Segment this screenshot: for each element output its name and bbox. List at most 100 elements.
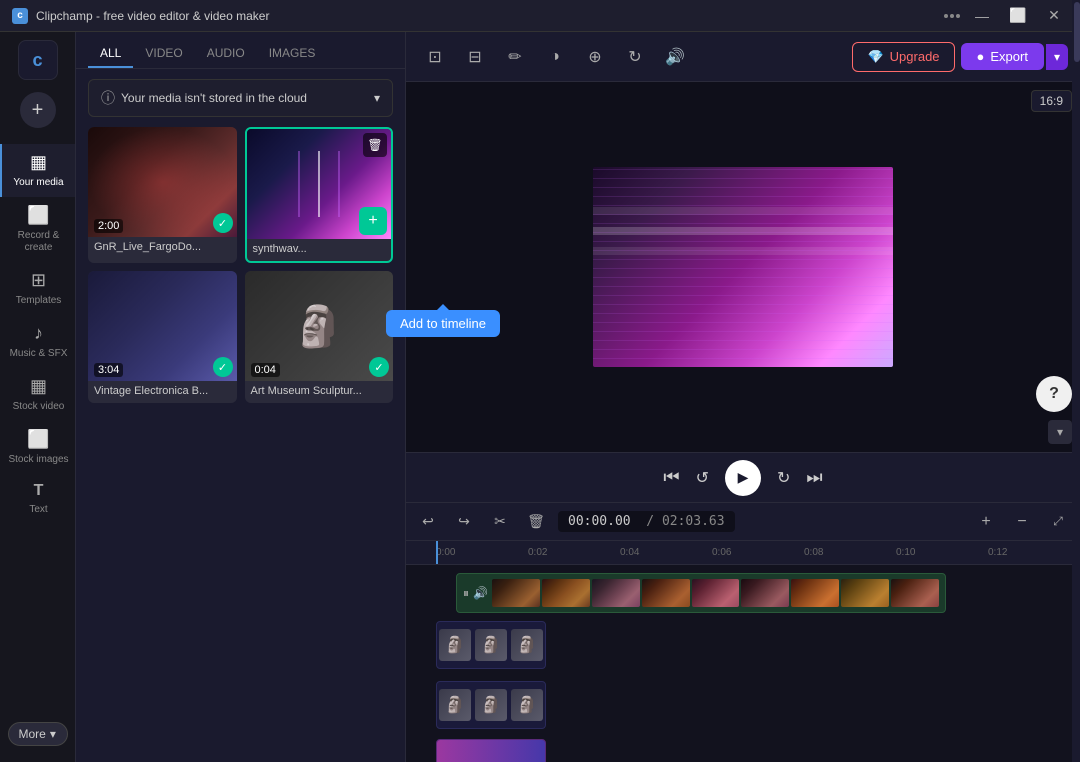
synth-label: synthwav...: [247, 239, 392, 261]
tab-all[interactable]: ALL: [88, 40, 133, 68]
tab-video[interactable]: VIDEO: [133, 40, 194, 68]
sculpture-clip-1[interactable]: 🗿 🗿 🗿: [436, 621, 546, 669]
ruler-mark-0: 0:00: [436, 547, 528, 558]
redo-button[interactable]: ↪: [450, 508, 478, 536]
aspect-ratio-badge: 16:9: [1031, 90, 1072, 112]
playhead[interactable]: [436, 541, 438, 564]
cloud-bar-chevron-icon: ▾: [374, 91, 380, 105]
add-to-timeline-tooltip: Add to timeline: [386, 310, 500, 337]
trim-tool-button[interactable]: ⊟: [458, 40, 492, 74]
media-card-gnr[interactable]: 2:00 ✓ GnR_Live_FargoDo...: [88, 127, 237, 263]
video-track-clip[interactable]: ⏸ 🔊: [456, 573, 946, 613]
sidebar-item-your-media[interactable]: ▦ Your media: [0, 144, 75, 197]
timeline-content: 0:00 0:02 0:04 0:06 0:08 0:10 0:12: [406, 541, 1080, 762]
upgrade-button[interactable]: 💎 Upgrade: [852, 42, 954, 72]
collapse-button[interactable]: ▾: [1048, 420, 1072, 444]
templates-icon: ⊞: [31, 270, 46, 291]
help-button[interactable]: ?: [1036, 376, 1072, 412]
stock-images-icon: ⬜: [27, 429, 49, 450]
minimize-button[interactable]: —: [968, 2, 996, 30]
cloud-storage-bar[interactable]: ⓘ Your media isn't stored in the cloud ▾: [88, 79, 393, 117]
sidebar-item-stock-images[interactable]: ⬜ Stock images: [0, 421, 75, 474]
delete-button[interactable]: 🗑: [522, 508, 550, 536]
cut-button[interactable]: ✂: [486, 508, 514, 536]
timeline-ruler: 0:00 0:02 0:04 0:06 0:08 0:10 0:12: [406, 541, 1080, 565]
synth-trash-icon[interactable]: 🗑: [363, 133, 387, 157]
crop-tool-button[interactable]: ⊡: [418, 40, 452, 74]
gem-icon: 💎: [867, 49, 883, 65]
media-panel: ALL VIDEO AUDIO IMAGES ⓘ Your media isn'…: [76, 32, 406, 762]
titlebar-dots[interactable]: [944, 14, 960, 18]
sculpture-thumb-1c: 🗿: [511, 629, 543, 661]
more-button[interactable]: More ▾: [8, 722, 68, 746]
add-media-button[interactable]: +: [20, 92, 56, 128]
maximize-button[interactable]: ⬜: [1004, 2, 1032, 30]
media-thumb-vintage: 3:04 ✓: [88, 271, 237, 381]
timeline-body: 0:00 0:02 0:04 0:06 0:08 0:10 0:12: [406, 541, 1080, 762]
ruler-mark-1: 0:02: [528, 547, 620, 558]
skip-to-end-button[interactable]: ⏭: [806, 467, 822, 488]
playback-controls: ⏮ ↺ ▶ ↻ ⏭: [406, 452, 1080, 502]
sculpture-thumb-2b: 🗿: [475, 689, 507, 721]
more-chevron-icon: ▾: [50, 727, 56, 741]
timeline-scrollbar[interactable]: [1072, 541, 1080, 762]
titlebar-title: Clipchamp - free video editor & video ma…: [36, 9, 269, 23]
media-thumb-gnr: 2:00 ✓: [88, 127, 237, 237]
synth-track: [436, 735, 1080, 762]
split-tool-button[interactable]: ⊕: [578, 40, 612, 74]
ruler-mark-5: 0:10: [896, 547, 988, 558]
sidebar: c + ▦ Your media ⬜ Record & create ⊞ Tem…: [0, 32, 76, 762]
ruler-mark-4: 0:08: [804, 547, 896, 558]
titlebar-left: c Clipchamp - free video editor & video …: [12, 8, 269, 24]
sidebar-item-text[interactable]: T Text: [0, 474, 75, 524]
sidebar-item-record-create[interactable]: ⬜ Record & create: [0, 197, 75, 262]
skip-to-start-button[interactable]: ⏮: [663, 467, 679, 488]
text-label: Text: [29, 504, 47, 516]
sidebar-item-music-sfx[interactable]: ♪ Music & SFX: [0, 315, 75, 368]
synth-clip[interactable]: [436, 739, 546, 762]
rotate-tool-button[interactable]: ↻: [618, 40, 652, 74]
main-video-track: ⏸ 🔊: [436, 565, 1080, 615]
track-frame-thumbnails: [492, 579, 939, 607]
media-thumb-art: 🗿 0:04 ✓: [245, 271, 394, 381]
export-caret-button[interactable]: ▾: [1046, 44, 1068, 70]
media-card-synth[interactable]: 🗑 + synthwav...: [245, 127, 394, 263]
sidebar-item-stock-video[interactable]: ▦ Stock video: [0, 368, 75, 421]
export-icon: ●: [977, 49, 985, 64]
zoom-in-button[interactable]: +: [972, 508, 1000, 536]
tab-images[interactable]: IMAGES: [257, 40, 328, 68]
sculpture-content-1: 🗿 🗿 🗿: [437, 627, 545, 663]
media-thumb-synth: 🗑 +: [247, 129, 392, 239]
ruler-mark-6: 0:12: [988, 547, 1080, 558]
color-tool-button[interactable]: ✏: [498, 40, 532, 74]
zoom-out-button[interactable]: −: [1008, 508, 1036, 536]
contrast-tool-button[interactable]: ◑: [538, 40, 572, 74]
rewind-button[interactable]: ↺: [696, 468, 709, 488]
sculpture-thumb-2c: 🗿: [511, 689, 543, 721]
total-time: / 02:03.63: [638, 514, 724, 529]
text-icon: T: [34, 482, 44, 500]
forward-button[interactable]: ↻: [777, 468, 790, 488]
music-label: Music & SFX: [10, 348, 68, 360]
preview-area: 16:9 ? ▾: [406, 82, 1080, 452]
fit-timeline-button[interactable]: ⤢: [1044, 508, 1072, 536]
stock-images-label: Stock images: [8, 454, 68, 466]
gnr-check-icon: ✓: [213, 213, 233, 233]
tab-audio[interactable]: AUDIO: [195, 40, 257, 68]
sidebar-item-templates[interactable]: ⊞ Templates: [0, 262, 75, 315]
close-button[interactable]: ✕: [1040, 2, 1068, 30]
video-track-content: ⏸ 🔊: [457, 579, 945, 607]
undo-button[interactable]: ↩: [414, 508, 442, 536]
audio-indicator-icon: 🔊: [473, 586, 488, 600]
media-card-vintage[interactable]: 3:04 ✓ Vintage Electronica B...: [88, 271, 237, 403]
media-card-art[interactable]: 🗿 0:04 ✓ Art Museum Sculptur...: [245, 271, 394, 403]
export-button[interactable]: ● Export: [961, 43, 1044, 70]
your-media-icon: ▦: [30, 152, 47, 173]
play-button[interactable]: ▶: [725, 460, 761, 496]
volume-tool-button[interactable]: 🔊: [658, 40, 692, 74]
pause-indicator-icon: ⏸: [463, 586, 469, 601]
current-time: 00:00.00: [568, 514, 638, 529]
track-frame-7: [791, 579, 839, 607]
synth-add-button[interactable]: +: [359, 207, 387, 235]
sculpture-clip-2[interactable]: 🗿 🗿 🗿: [436, 681, 546, 729]
